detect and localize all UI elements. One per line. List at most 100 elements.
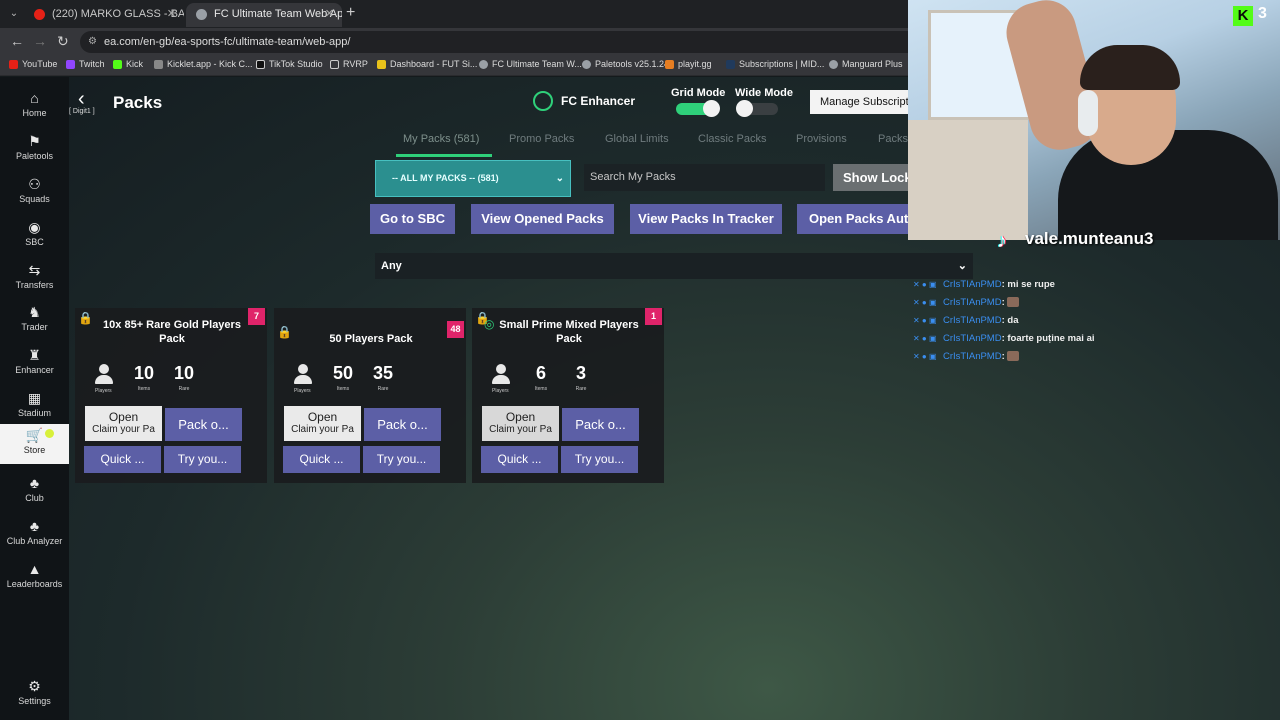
bookmark-subscriptions[interactable]: Subscriptions | MID... [726, 59, 824, 69]
bookmark-paletools[interactable]: Paletools v25.1.24 [582, 59, 669, 69]
pack-filter-select[interactable]: -- ALL MY PACKS -- (581) ⌄ [375, 160, 571, 197]
bookmark-youtube[interactable]: YouTube [9, 59, 57, 69]
toggle-knob [736, 100, 753, 117]
headset-icon [1078, 90, 1098, 136]
bookmark-kick[interactable]: Kick [113, 59, 143, 69]
browser-tab-fc-web-app[interactable]: FC Ultimate Team Web App - E ✕ [186, 3, 342, 27]
close-icon[interactable]: ✕ [325, 3, 334, 25]
new-tab-icon[interactable]: + [346, 4, 355, 22]
back-arrow-icon[interactable]: ← [10, 33, 24, 49]
chat-badges-icon: ✕ ● ▣ [913, 280, 937, 289]
tab-search-icon[interactable]: ⌄ [6, 6, 22, 22]
enhancer-icon: ♜ [28, 347, 41, 363]
chevron-down-icon: ⌄ [555, 173, 564, 184]
webcam-person-hair [1080, 45, 1180, 90]
bookmark-dashboard-fut[interactable]: Dashboard - FUT Si... [377, 59, 477, 69]
grid-mode-toggle[interactable] [676, 100, 720, 117]
go-to-sbc-button[interactable]: Go to SBC [370, 204, 455, 234]
sidebar-item-settings[interactable]: ⚙ Settings [0, 675, 69, 715]
tab-classic-packs[interactable]: Classic Packs [698, 133, 766, 145]
try-your-luck-button[interactable]: Try you... [164, 446, 241, 473]
close-icon[interactable]: ✕ [167, 3, 176, 25]
squads-icon: ⚇ [28, 176, 41, 192]
wide-mode-toggle[interactable] [736, 100, 778, 117]
try-your-luck-button[interactable]: Try you... [561, 446, 638, 473]
chat-message: ✕ ● ▣ CrIsTIAnPMD: [913, 295, 1273, 313]
pack-name: 10x 85+ Rare Gold Players Pack [103, 319, 241, 345]
bookmark-playit[interactable]: playit.gg [665, 59, 712, 69]
chat-message: ✕ ● ▣ CrIsTIAnPMD: mi se rupe [913, 277, 1273, 295]
forward-arrow-icon[interactable]: → [33, 33, 47, 49]
reload-icon[interactable]: ↻ [57, 33, 69, 50]
browser-tab-youtube[interactable]: (220) MARKO GLASS - BAG ✕ [24, 3, 184, 27]
tab-my-packs[interactable]: My Packs (581) [403, 133, 479, 145]
url-text: ea.com/en-gb/ea-sports-fc/ultimate-team/… [104, 36, 351, 48]
sidebar-item-squads[interactable]: ⚇ Squads [0, 173, 69, 213]
playit-icon [665, 60, 674, 69]
futbin-icon [377, 60, 386, 69]
fc-enhancer-logo-icon [533, 91, 553, 111]
open-pack-button[interactable]: Open Claim your Pa [85, 406, 162, 441]
sidebar-item-transfers[interactable]: ⇆ Transfers [0, 259, 69, 299]
tab-global-limits[interactable]: Global Limits [605, 133, 669, 145]
kick-viewer-count: 3 [1258, 5, 1267, 22]
pack-count-badge: 7 [248, 308, 265, 325]
pack-name: 50 Players Pack [329, 333, 413, 345]
midjourney-icon [726, 60, 735, 69]
sidebar-item-stadium[interactable]: ▦ Stadium [0, 387, 69, 427]
tab-provisions[interactable]: Provisions [796, 133, 847, 145]
chat-badges-icon: ✕ ● ▣ [913, 334, 937, 343]
sidebar-item-enhancer[interactable]: ♜ Enhancer [0, 344, 69, 384]
address-bar[interactable]: ⚙ ea.com/en-gb/ea-sports-fc/ultimate-tea… [80, 31, 980, 53]
youtube-icon [9, 60, 18, 69]
bookmark-manguard[interactable]: Manguard Plus [829, 59, 903, 69]
tab-packs[interactable]: Packs [878, 133, 908, 145]
sidebar-item-club[interactable]: ♣ Club [0, 472, 69, 512]
club-icon: ♣ [29, 475, 40, 491]
bookmark-twitch[interactable]: Twitch [66, 59, 105, 69]
globe-icon [582, 60, 591, 69]
sidebar-item-sbc[interactable]: ◉ SBC [0, 216, 69, 256]
sidebar-item-home[interactable]: ⌂ Home [0, 87, 69, 127]
search-packs-input[interactable]: Search My Packs [584, 164, 825, 191]
players-label: Players [95, 388, 112, 394]
pack-odds-button[interactable]: Pack o... [364, 408, 441, 441]
sbc-icon: ◉ [28, 219, 41, 235]
chat-badges-icon: ✕ ● ▣ [913, 316, 937, 325]
sidebar-item-leaderboards[interactable]: ▲ Leaderboards [0, 558, 69, 598]
bookmark-kicklet[interactable]: Kicklet.app - Kick C... [154, 59, 253, 69]
chat-message: ✕ ● ▣ CrIsTIAnPMD: foarte puține mai ai [913, 331, 1273, 349]
items-stat: 6 Items [534, 363, 548, 392]
sidebar-item-paletools[interactable]: ⚑ Paletools [0, 130, 69, 170]
player-icon [93, 364, 115, 384]
lock-icon: 🔒 [78, 311, 93, 325]
chat-message: ✕ ● ▣ CrIsTIAnPMD: da [913, 313, 1273, 331]
try-your-luck-button[interactable]: Try you... [363, 446, 440, 473]
site-info-icon[interactable]: ⚙ [88, 31, 97, 53]
any-filter-select[interactable]: Any ⌄ [375, 253, 973, 279]
bookmark-rvrp[interactable]: RVRP [330, 59, 368, 69]
tab-promo-packs[interactable]: Promo Packs [509, 133, 574, 145]
view-opened-packs-button[interactable]: View Opened Packs [471, 204, 614, 234]
bookmark-fc-ut[interactable]: FC Ultimate Team W... [479, 59, 582, 69]
sidebar-item-club-analyzer[interactable]: ♣ Club Analyzer [0, 515, 69, 555]
tiktok-icon: ♪ [997, 230, 1007, 252]
sidebar: ⌂ Home ⚑ Paletools ⚇ Squads ◉ SBC ⇆ Transfers… [0, 77, 69, 720]
emote-icon [1007, 351, 1020, 362]
open-pack-button[interactable]: Open Claim your Pa [482, 406, 559, 441]
tab-title: (220) MARKO GLASS - BAG [52, 8, 184, 20]
bookmark-tiktok-studio[interactable]: TikTok Studio [256, 59, 323, 69]
chat-badges-icon: ✕ ● ▣ [913, 298, 937, 307]
quick-open-button[interactable]: Quick ... [84, 446, 161, 473]
open-packs-auto-button[interactable]: Open Packs Auto [797, 204, 923, 234]
pack-odds-button[interactable]: Pack o... [165, 408, 242, 441]
open-pack-button[interactable]: Open Claim your Pa [284, 406, 361, 441]
view-packs-in-tracker-button[interactable]: View Packs In Tracker [630, 204, 782, 234]
sidebar-item-trader[interactable]: ♞ Trader [0, 301, 69, 341]
manage-subscription-button[interactable]: Manage Subscripti [810, 90, 920, 114]
quick-open-button[interactable]: Quick ... [283, 446, 360, 473]
chat-overlay: ✕ ● ▣ CrIsTIAnPMD: mi se rupe ✕ ● ▣ CrIsTI… [913, 277, 1273, 367]
pack-odds-button[interactable]: Pack o... [562, 408, 639, 441]
quick-open-button[interactable]: Quick ... [481, 446, 558, 473]
sidebar-item-store[interactable]: 🛒 Store [0, 424, 69, 464]
